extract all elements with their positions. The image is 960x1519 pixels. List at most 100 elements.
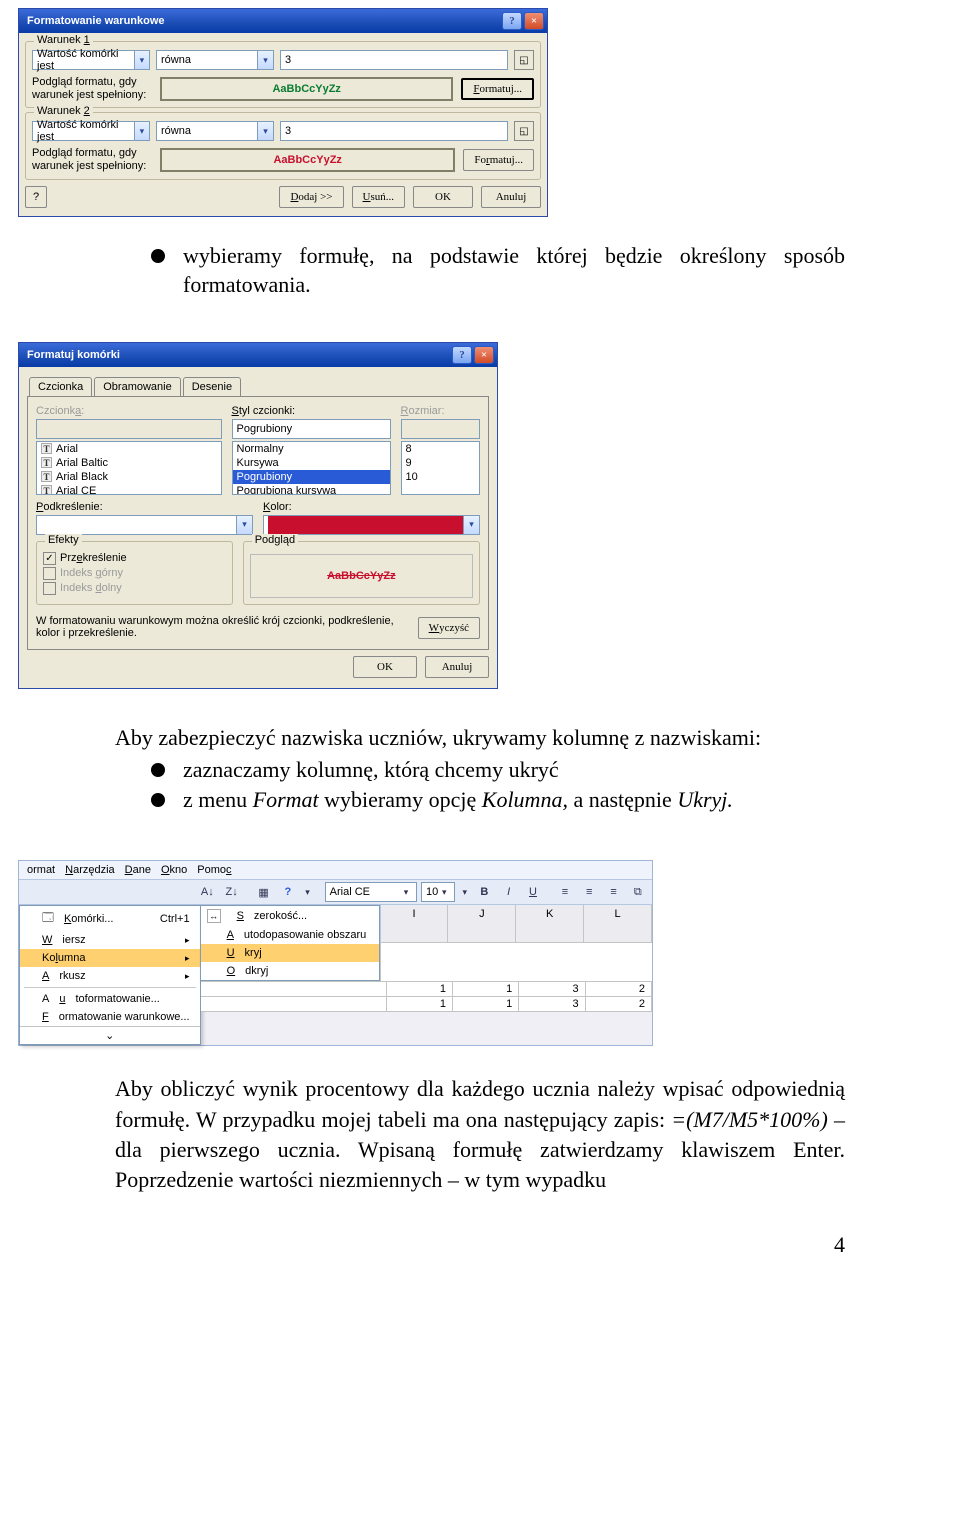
cancel-button[interactable]: Anuluj bbox=[481, 186, 541, 208]
help-titlebar-button[interactable]: ? bbox=[452, 346, 472, 364]
submenu-autofit[interactable]: Autodopasowanie obszaru bbox=[201, 926, 379, 944]
remove-button[interactable]: Usuń... bbox=[352, 186, 405, 208]
ok-button[interactable]: OK bbox=[353, 656, 417, 678]
align-left-icon[interactable]: ≡ bbox=[555, 882, 575, 902]
ok-button[interactable]: OK bbox=[413, 186, 473, 208]
add-button[interactable]: Dodaj >> bbox=[279, 186, 343, 208]
titlebar[interactable]: Formatowanie warunkowe ? × bbox=[19, 9, 547, 33]
strike-checkbox[interactable]: ✓ bbox=[43, 552, 56, 565]
menu-item-autoformat[interactable]: Autoformatowanie... bbox=[20, 990, 200, 1008]
color-combo[interactable]: ▾ bbox=[263, 515, 480, 535]
tab-font[interactable]: Czcionka bbox=[29, 377, 92, 396]
list-item: Normalny bbox=[233, 442, 390, 456]
help-icon[interactable]: ? bbox=[278, 882, 298, 902]
preview-label: Podgląd formatu, gdy warunek jest spełni… bbox=[32, 147, 152, 172]
cancel-button[interactable]: Anuluj bbox=[425, 656, 489, 678]
titlebar[interactable]: Formatuj komórki ? × bbox=[19, 343, 497, 367]
result-paragraph: Aby obliczyć wynik procentowy dla każdeg… bbox=[115, 1074, 845, 1195]
tab-patterns[interactable]: Desenie bbox=[183, 377, 241, 396]
font-name-combo[interactable]: Arial CE▾ bbox=[325, 882, 417, 902]
font-input-disabled bbox=[36, 419, 222, 439]
font-list[interactable]: TArial TArial Baltic TArial Black TArial… bbox=[36, 441, 222, 495]
help-titlebar-button[interactable]: ? bbox=[502, 12, 522, 30]
preview-group-label: Podgląd bbox=[252, 534, 298, 546]
chart-icon[interactable]: ▦ bbox=[253, 882, 273, 902]
merge-icon[interactable]: ⧉ bbox=[628, 882, 648, 902]
menu-format[interactable]: ormat bbox=[27, 864, 55, 876]
chevron-down-icon: ▾ bbox=[400, 887, 412, 898]
italic-button[interactable]: I bbox=[499, 882, 519, 902]
sort-asc-icon[interactable]: A↓ bbox=[197, 882, 217, 902]
value-input[interactable]: 3 bbox=[280, 50, 508, 70]
col-header-i[interactable]: I bbox=[381, 905, 449, 943]
format-menu[interactable]: 🗔Komórki...Ctrl+1 Wiersz▸ Kolumna▸ Arkus… bbox=[19, 905, 201, 1045]
underline-combo[interactable]: ▾ bbox=[36, 515, 253, 535]
clear-button[interactable]: Wyczyść bbox=[418, 617, 480, 639]
truetype-icon: T bbox=[41, 485, 52, 495]
menu-item-column[interactable]: Kolumna▸ bbox=[20, 949, 200, 967]
col-header-k[interactable]: K bbox=[516, 905, 584, 943]
list-item: TArial Black bbox=[37, 470, 221, 484]
chevron-down-icon[interactable]: ▾ bbox=[302, 887, 313, 898]
submenu-unhide[interactable]: Odkryj bbox=[201, 962, 379, 980]
format-preview-2: AaBbCcYyZz bbox=[160, 148, 455, 172]
submenu-width[interactable]: ↔Szerokość... bbox=[201, 906, 379, 926]
font-size-combo[interactable]: 10▾ bbox=[421, 882, 455, 902]
size-list[interactable]: 8 9 10 bbox=[401, 441, 481, 495]
conditional-formatting-dialog: Formatowanie warunkowe ? × Warunek 1 War… bbox=[18, 8, 548, 217]
bold-button[interactable]: B bbox=[474, 882, 494, 902]
align-right-icon[interactable]: ≡ bbox=[603, 882, 623, 902]
operator-combo-2[interactable]: równa▾ bbox=[156, 121, 274, 141]
chevron-down-icon: ▾ bbox=[438, 887, 450, 898]
dialog-title: Formatuj komórki bbox=[27, 349, 452, 361]
page-number: 4 bbox=[115, 1232, 845, 1258]
format-button-2[interactable]: Formatuj... bbox=[463, 149, 534, 171]
align-center-icon[interactable]: ≡ bbox=[579, 882, 599, 902]
dialog-title: Formatowanie warunkowe bbox=[27, 15, 502, 27]
format-cells-dialog: Formatuj komórki ? × Czcionka Obramowani… bbox=[18, 342, 498, 689]
menu-item-sheet[interactable]: Arkusz▸ bbox=[20, 967, 200, 985]
sort-desc-icon[interactable]: Z↓ bbox=[221, 882, 241, 902]
font-preview: AaBbCcYyZz bbox=[327, 570, 395, 582]
chevron-down-icon: ▾ bbox=[463, 516, 479, 534]
range-picker-icon[interactable]: ◱ bbox=[514, 121, 534, 141]
menu-item-row[interactable]: Wiersz▸ bbox=[20, 931, 200, 949]
format-button-1[interactable]: FFormatuj...ormatuj... bbox=[461, 78, 534, 100]
col-header-j[interactable]: J bbox=[448, 905, 516, 943]
bullet-icon bbox=[151, 793, 165, 807]
col-header-l[interactable]: L bbox=[584, 905, 652, 943]
width-icon: ↔ bbox=[207, 909, 221, 923]
operator-combo[interactable]: równa▾ bbox=[156, 50, 274, 70]
font-label: Czcionka: bbox=[36, 405, 222, 417]
column-submenu[interactable]: ↔Szerokość... Autodopasowanie obszaru Uk… bbox=[200, 905, 380, 981]
value-input-2[interactable]: 3 bbox=[280, 121, 508, 141]
help-button[interactable]: ? bbox=[25, 186, 47, 208]
close-icon[interactable]: × bbox=[524, 12, 544, 30]
bullet-item: zaznaczamy kolumnę, którą chcemy ukryć bbox=[115, 755, 845, 785]
effects-label: Efekty bbox=[45, 534, 82, 546]
submenu-hide[interactable]: Ukryj bbox=[201, 944, 379, 962]
menu-expand-icon[interactable]: ⌄ bbox=[20, 1026, 200, 1044]
menu-tools[interactable]: Narzędzia bbox=[65, 864, 115, 876]
style-input[interactable]: Pogrubiony bbox=[232, 419, 391, 439]
underline-button[interactable]: U bbox=[523, 882, 543, 902]
cell-value-is-combo-2[interactable]: Wartość komórki jest▾ bbox=[32, 121, 150, 141]
menu-item-condformat[interactable]: Formatowanie warunkowe... bbox=[20, 1008, 200, 1026]
chevron-down-icon: ▾ bbox=[257, 122, 273, 140]
menu-window[interactable]: Okno bbox=[161, 864, 187, 876]
bullet-item: wybieramy formułę, na podstawie której b… bbox=[115, 241, 845, 300]
size-input-disabled bbox=[401, 419, 481, 439]
close-icon[interactable]: × bbox=[474, 346, 494, 364]
chevron-down-icon[interactable]: ▾ bbox=[459, 887, 470, 898]
bullet-text: zaznaczamy kolumnę, którą chcemy ukryć bbox=[183, 755, 845, 785]
sup-checkbox bbox=[43, 567, 56, 580]
tab-border[interactable]: Obramowanie bbox=[94, 377, 180, 396]
style-list[interactable]: Normalny Kursywa Pogrubiony Pogrubiona k… bbox=[232, 441, 391, 495]
bullet-icon bbox=[151, 249, 165, 263]
menu-item-cells[interactable]: 🗔Komórki...Ctrl+1 bbox=[20, 906, 200, 931]
list-item: 8 bbox=[402, 442, 480, 456]
range-picker-icon[interactable]: ◱ bbox=[514, 50, 534, 70]
menu-help[interactable]: Pomoc bbox=[197, 864, 231, 876]
menu-data[interactable]: Dane bbox=[125, 864, 151, 876]
cell-value-is-combo[interactable]: Wartość komórki jest▾ bbox=[32, 50, 150, 70]
